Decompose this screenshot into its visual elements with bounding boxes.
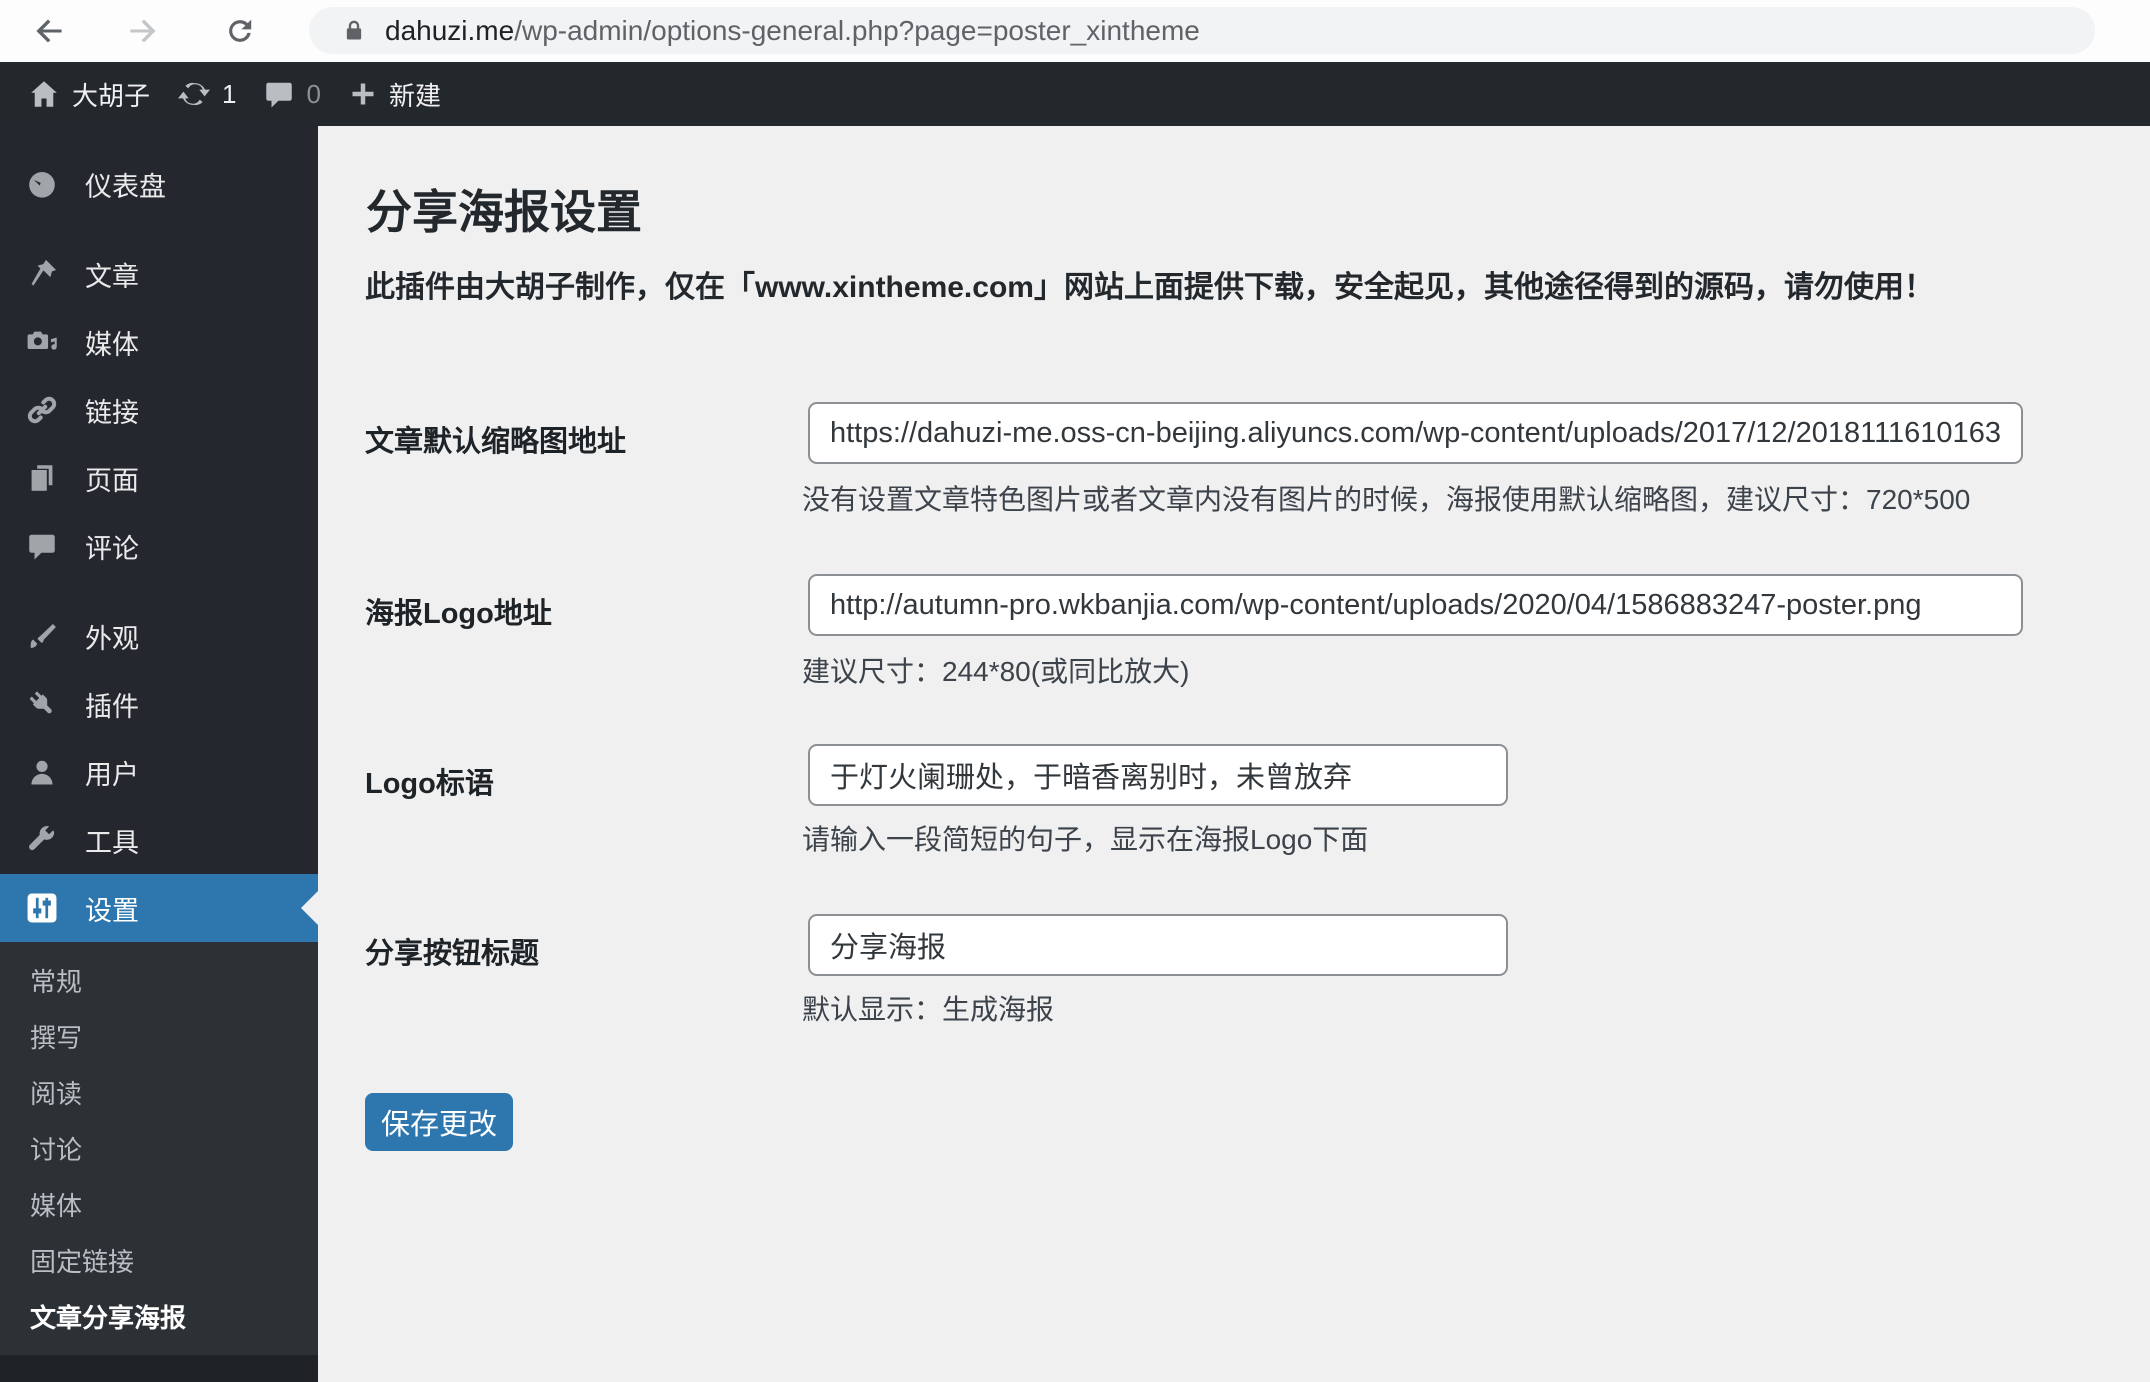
- sidebar-item-label: 插件: [85, 691, 139, 722]
- input-share-button-title[interactable]: [808, 914, 1508, 976]
- settings-icon: [25, 891, 59, 925]
- sidebar-item-label: 设置: [85, 895, 139, 926]
- sidebar-item-label: 评论: [85, 533, 139, 564]
- appearance-brush-icon: [25, 619, 59, 653]
- comments-icon: [25, 529, 59, 563]
- sidebar-item-plugins[interactable]: 插件: [0, 670, 318, 738]
- plugins-icon: [25, 687, 59, 721]
- sidebar-item-label: 链接: [85, 397, 139, 428]
- sidebar-item-label: 工具: [85, 827, 139, 858]
- input-default-thumbnail-url[interactable]: [808, 402, 2023, 464]
- forward-arrow-icon: [130, 19, 156, 43]
- sidebar-item-settings[interactable]: 设置: [0, 874, 318, 942]
- wp-admin-bar: 大胡子 1 0 新建: [0, 62, 2150, 126]
- sidebar-item-comments[interactable]: 评论: [0, 512, 318, 580]
- sidebar-item-links[interactable]: 链接: [0, 376, 318, 444]
- sidebar-item-tools[interactable]: 工具: [0, 806, 318, 874]
- pages-icon: [25, 461, 59, 495]
- sidebar-item-dashboard[interactable]: 仪表盘: [0, 150, 318, 218]
- back-arrow-icon: [36, 19, 62, 43]
- hint-share-button: 默认显示：生成海报: [802, 994, 1055, 1025]
- dashboard-icon: [25, 167, 59, 201]
- label-share-button-title: 分享按钮标题: [365, 938, 540, 970]
- plugin-description: 此插件由大胡子制作，仅在「www.xintheme.com」网站上面提供下载，安…: [365, 271, 1934, 304]
- sidebar-item-appearance[interactable]: 外观: [0, 602, 318, 670]
- admin-bar-updates[interactable]: 1: [178, 78, 236, 110]
- url-path: /wp-admin/options-general.php?page=poste…: [514, 14, 1200, 46]
- sidebar-item-label: 外观: [85, 623, 139, 654]
- settings-submenu: 常规 撰写 阅读 讨论 媒体 固定链接 文章分享海报: [0, 942, 318, 1360]
- sidebar-item-label: 文章: [85, 261, 139, 292]
- sidebar-item-label: 仪表盘: [85, 171, 166, 202]
- sidebar-item-label: 媒体: [85, 329, 139, 360]
- updates-icon: [178, 82, 211, 106]
- users-icon: [25, 755, 59, 789]
- plus-icon: [352, 83, 374, 105]
- updates-count: 1: [222, 78, 237, 109]
- media-icon: [25, 325, 59, 359]
- admin-bar-comments[interactable]: 0: [264, 78, 321, 110]
- reload-icon: [229, 19, 252, 42]
- wp-admin-sidebar: 仪表盘 文章 媒体 链接 页面 评论 外观 插件 用户 工具 设置 常规 撰写 …: [0, 126, 318, 1382]
- page-title: 分享海报设置: [366, 186, 642, 238]
- hint-logo-slogan: 请输入一段简短的句子，显示在海报Logo下面: [802, 824, 1369, 855]
- browser-back-button[interactable]: [26, 9, 70, 53]
- pushpin-icon: [25, 257, 59, 291]
- browser-toolbar: dahuzi.me/wp-admin/options-general.php?p…: [0, 0, 2150, 62]
- comment-bubble-icon: [266, 82, 293, 108]
- site-name: 大胡子: [72, 80, 151, 111]
- input-logo-slogan[interactable]: [808, 744, 1508, 806]
- tools-wrench-icon: [25, 823, 59, 857]
- links-icon: [25, 393, 59, 427]
- submenu-item-share-poster[interactable]: 文章分享海报: [0, 1290, 318, 1346]
- home-icon: [31, 81, 57, 107]
- lock-icon: [346, 20, 362, 39]
- hint-default-thumbnail: 没有设置文章特色图片或者文章内没有图片的时候，海报使用默认缩略图，建议尺寸：72…: [802, 484, 1971, 515]
- address-bar[interactable]: dahuzi.me/wp-admin/options-general.php?p…: [309, 7, 2095, 54]
- submenu-item-general[interactable]: 常规: [0, 954, 318, 1010]
- input-poster-logo-url[interactable]: [808, 574, 2023, 636]
- url-text: dahuzi.me/wp-admin/options-general.php?p…: [385, 15, 1200, 47]
- comments-count: 0: [306, 78, 321, 109]
- browser-reload-button[interactable]: [218, 9, 262, 53]
- sidebar-item-label: 用户: [85, 759, 139, 790]
- label-logo-slogan: Logo标语: [365, 768, 494, 800]
- hint-poster-logo: 建议尺寸：244*80(或同比放大): [802, 656, 1190, 687]
- browser-forward-button[interactable]: [122, 9, 166, 53]
- submenu-item-permalinks[interactable]: 固定链接: [0, 1234, 318, 1290]
- save-changes-button[interactable]: 保存更改: [365, 1093, 513, 1151]
- admin-bar-new[interactable]: 新建: [349, 76, 441, 113]
- sidebar-item-posts[interactable]: 文章: [0, 240, 318, 308]
- sidebar-item-pages[interactable]: 页面: [0, 444, 318, 512]
- label-default-thumbnail-url: 文章默认缩略图地址: [365, 426, 627, 458]
- submenu-item-writing[interactable]: 撰写: [0, 1010, 318, 1066]
- submenu-item-media[interactable]: 媒体: [0, 1178, 318, 1234]
- submenu-item-discussion[interactable]: 讨论: [0, 1122, 318, 1178]
- url-domain: dahuzi.me: [385, 14, 515, 46]
- submenu-item-reading[interactable]: 阅读: [0, 1066, 318, 1122]
- sidebar-item-users[interactable]: 用户: [0, 738, 318, 806]
- settings-page-content: 分享海报设置 此插件由大胡子制作，仅在「www.xintheme.com」网站上…: [318, 126, 2150, 1382]
- sidebar-item-media[interactable]: 媒体: [0, 308, 318, 376]
- sidebar-collapse-strip[interactable]: [0, 1355, 318, 1382]
- new-label: 新建: [388, 80, 441, 111]
- admin-bar-site-menu[interactable]: 大胡子: [28, 76, 150, 113]
- sidebar-item-label: 页面: [85, 465, 139, 496]
- label-poster-logo-url: 海报Logo地址: [365, 598, 552, 630]
